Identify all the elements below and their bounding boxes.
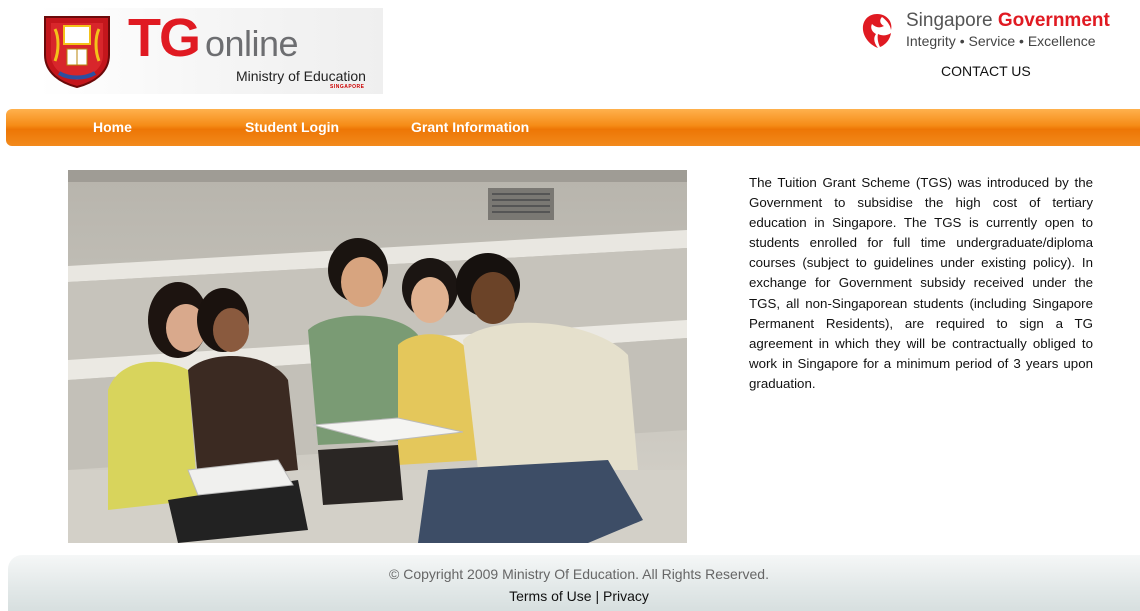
terms-of-use-link[interactable]: Terms of Use (509, 588, 591, 604)
site-footer: © Copyright 2009 Ministry Of Education. … (8, 555, 1140, 611)
singapore-lion-icon (862, 14, 892, 48)
privacy-link[interactable]: Privacy (603, 588, 649, 604)
gov-tagline: Integrity • Service • Excellence (906, 33, 1096, 49)
footer-links: Terms of Use | Privacy (8, 588, 1140, 604)
logo-ministry-sub: SINGAPORE (330, 84, 365, 90)
singapore-government-logo[interactable]: Singapore Government Integrity • Service… (858, 10, 1130, 54)
footer-separator: | (595, 588, 600, 604)
gov-name-part1: Singapore (906, 10, 993, 31)
nav-grant-information[interactable]: Grant Information (411, 119, 529, 135)
nav-student-login[interactable]: Student Login (245, 119, 339, 135)
main-nav: Home Student Login Grant Information (6, 109, 1140, 146)
gov-name-part2: Government (997, 10, 1110, 31)
logo-ministry-text: Ministry of Education (236, 68, 366, 84)
copyright-text: © Copyright 2009 Ministry Of Education. … (389, 566, 769, 582)
students-photo (68, 170, 687, 543)
gov-name: Singapore Government (906, 10, 1110, 32)
logo-online-text: online (205, 23, 299, 64)
tgs-intro-text: The Tuition Grant Scheme (TGS) was intro… (749, 175, 1093, 391)
site-header: TG online Ministry of Education SINGAPOR… (0, 0, 1140, 108)
moe-crest-icon (44, 16, 110, 89)
nav-home[interactable]: Home (93, 119, 132, 135)
contact-us-link[interactable]: CONTACT US (941, 63, 1031, 79)
tg-online-logo[interactable]: TG online Ministry of Education SINGAPOR… (38, 8, 383, 94)
students-photo-illustration (68, 170, 687, 543)
logo-tg-text: TG (128, 8, 201, 68)
